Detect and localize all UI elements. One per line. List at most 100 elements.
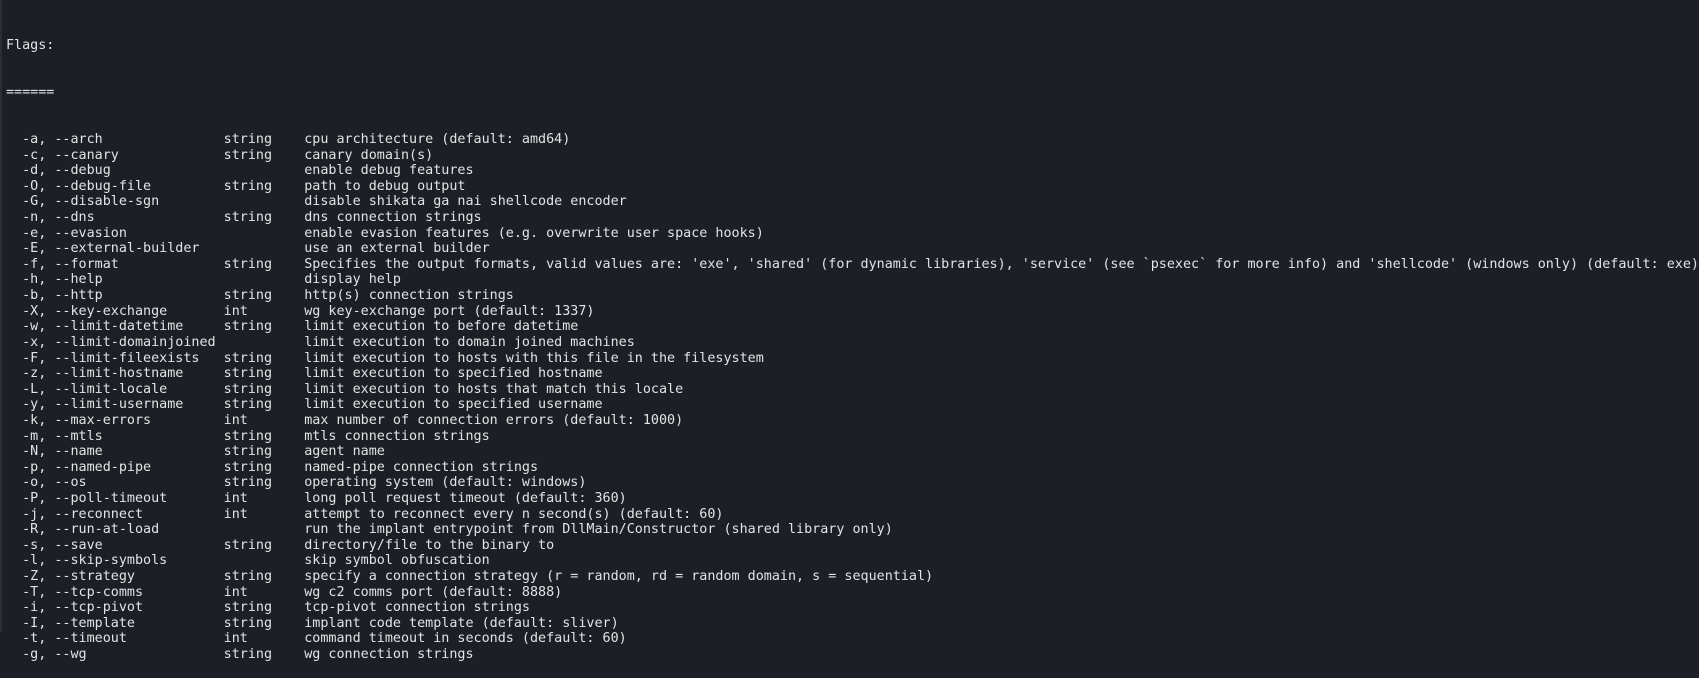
flag-name: -h, --help xyxy=(22,272,103,288)
row-indent xyxy=(6,429,22,445)
flag-type: string xyxy=(223,600,273,616)
row-indent xyxy=(6,163,22,179)
flag-name: -x, --limit-domainjoined xyxy=(22,334,216,350)
flag-description: enable evasion features (e.g. overwrite … xyxy=(304,225,764,241)
flag-type: string xyxy=(223,147,273,163)
flag-description: limit execution to hosts with this file … xyxy=(304,350,764,366)
row-indent xyxy=(6,319,22,335)
flag-name: -o, --os xyxy=(22,475,87,491)
flags-table: -a, --arch string cpu architecture (defaul… xyxy=(6,132,1699,663)
flag-name: -w, --limit-datetime xyxy=(22,319,184,335)
flag-row: -I, --template string implant code templat… xyxy=(6,616,1699,632)
row-indent xyxy=(6,600,22,616)
row-indent xyxy=(6,397,22,413)
flag-type: string xyxy=(223,475,273,491)
flag-type: string xyxy=(223,459,273,475)
flag-row: -w, --limit-datetime string limit executio… xyxy=(6,319,1699,335)
flag-name: -R, --run-at-load xyxy=(22,522,160,538)
flag-name: -f, --format xyxy=(22,256,119,272)
flag-description: skip symbol obfuscation xyxy=(304,553,490,569)
flag-row: -g, --wg string wg connection strings xyxy=(6,647,1699,663)
flag-row: -f, --format string Specifies the output f… xyxy=(6,257,1699,273)
flag-type: string xyxy=(223,444,273,460)
flag-row: -l, --skip-symbols skip symbol obfuscatio… xyxy=(6,553,1699,569)
flag-description: directory/file to the binary to xyxy=(304,537,555,553)
flag-row: -R, --run-at-load run the implant entrypo… xyxy=(6,522,1699,538)
flag-type: string xyxy=(223,569,273,585)
flag-name: -i, --tcp-pivot xyxy=(22,600,144,616)
flag-description: run the implant entrypoint from DllMain/… xyxy=(304,522,893,538)
flag-type: string xyxy=(223,647,273,663)
flag-type: int xyxy=(223,490,248,506)
flag-type: int xyxy=(223,631,248,647)
flag-description: enable debug features xyxy=(304,163,474,179)
row-indent xyxy=(6,585,22,601)
row-indent xyxy=(6,475,22,491)
flag-description: operating system (default: windows) xyxy=(304,475,587,491)
row-indent xyxy=(6,241,22,257)
row-indent xyxy=(6,226,22,242)
flag-name: -p, --named-pipe xyxy=(22,459,152,475)
flag-description: Specifies the output formats, valid valu… xyxy=(304,256,1699,272)
flag-name: -z, --limit-hostname xyxy=(22,366,184,382)
flag-type xyxy=(224,194,305,210)
flags-heading-underline: ====== xyxy=(6,85,55,101)
flag-name: -c, --canary xyxy=(22,147,119,163)
flag-row: -n, --dns string dns connection strings xyxy=(6,210,1699,226)
flag-description: http(s) connection strings xyxy=(304,288,514,304)
flag-description: display help xyxy=(304,272,401,288)
flag-row: -X, --key-exchange int wg key-exchange por… xyxy=(6,304,1699,320)
flag-row: -e, --evasion enable evasion features (e.… xyxy=(6,226,1699,242)
flag-row: -c, --canary string canary domain(s) xyxy=(6,148,1699,164)
row-indent xyxy=(6,491,22,507)
flag-type: string xyxy=(223,288,273,304)
flag-name: -j, --reconnect xyxy=(22,506,144,522)
flag-row: -y, --limit-username string limit executio… xyxy=(6,397,1699,413)
flags-heading: Flags: xyxy=(6,38,55,54)
flag-description: wg c2 comms port (default: 8888) xyxy=(304,584,563,600)
flag-description: mtls connection strings xyxy=(304,428,490,444)
flag-row: -m, --mtls string mtls connection strings xyxy=(6,429,1699,445)
flag-type: string xyxy=(223,615,273,631)
flag-description: disable shikata ga nai shellcode encoder xyxy=(304,194,627,210)
flag-description: wg connection strings xyxy=(304,647,474,663)
flag-row: -k, --max-errors int max number of connect… xyxy=(6,413,1699,429)
flag-type xyxy=(224,553,305,569)
flag-description: command timeout in seconds (default: 60) xyxy=(304,631,627,647)
flag-description: path to debug output xyxy=(304,178,466,194)
flag-type: int xyxy=(223,412,248,428)
row-indent xyxy=(6,351,22,367)
flag-row: -b, --http string http(s) connection strin… xyxy=(6,288,1699,304)
flag-type: string xyxy=(223,397,273,413)
row-indent xyxy=(6,382,22,398)
flag-name: -g, --wg xyxy=(22,647,87,663)
flag-row: -O, --debug-file string path to debug outp… xyxy=(6,179,1699,195)
row-indent xyxy=(6,553,22,569)
flag-row: -T, --tcp-comms int wg c2 comms port (defa… xyxy=(6,585,1699,601)
flag-type xyxy=(224,163,305,179)
flag-row: -h, --help display help xyxy=(6,272,1699,288)
flag-description: wg key-exchange port (default: 1337) xyxy=(304,303,595,319)
flag-row: -x, --limit-domainjoined limit execution … xyxy=(6,335,1699,351)
flag-description: limit execution to hosts that match this… xyxy=(304,381,684,397)
flag-type: string xyxy=(223,537,273,553)
flag-name: -F, --limit-fileexists xyxy=(22,350,200,366)
row-indent xyxy=(6,194,22,210)
row-indent xyxy=(6,366,22,382)
row-indent xyxy=(6,522,22,538)
row-indent xyxy=(6,132,22,148)
flag-row: -L, --limit-locale string limit execution … xyxy=(6,382,1699,398)
flag-type: int xyxy=(223,303,248,319)
flag-row: -i, --tcp-pivot string tcp-pivot connectio… xyxy=(6,600,1699,616)
flag-type: string xyxy=(223,210,273,226)
row-indent xyxy=(6,444,22,460)
flag-name: -E, --external-builder xyxy=(22,241,200,257)
flag-name: -Z, --strategy xyxy=(22,569,135,585)
flag-type xyxy=(224,241,305,257)
flag-name: -l, --skip-symbols xyxy=(22,553,168,569)
flag-row: -z, --limit-hostname string limit executio… xyxy=(6,366,1699,382)
row-indent xyxy=(6,148,22,164)
flag-description: implant code template (default: sliver) xyxy=(304,615,619,631)
flag-name: -t, --timeout xyxy=(22,631,127,647)
flag-name: -N, --name xyxy=(22,444,103,460)
